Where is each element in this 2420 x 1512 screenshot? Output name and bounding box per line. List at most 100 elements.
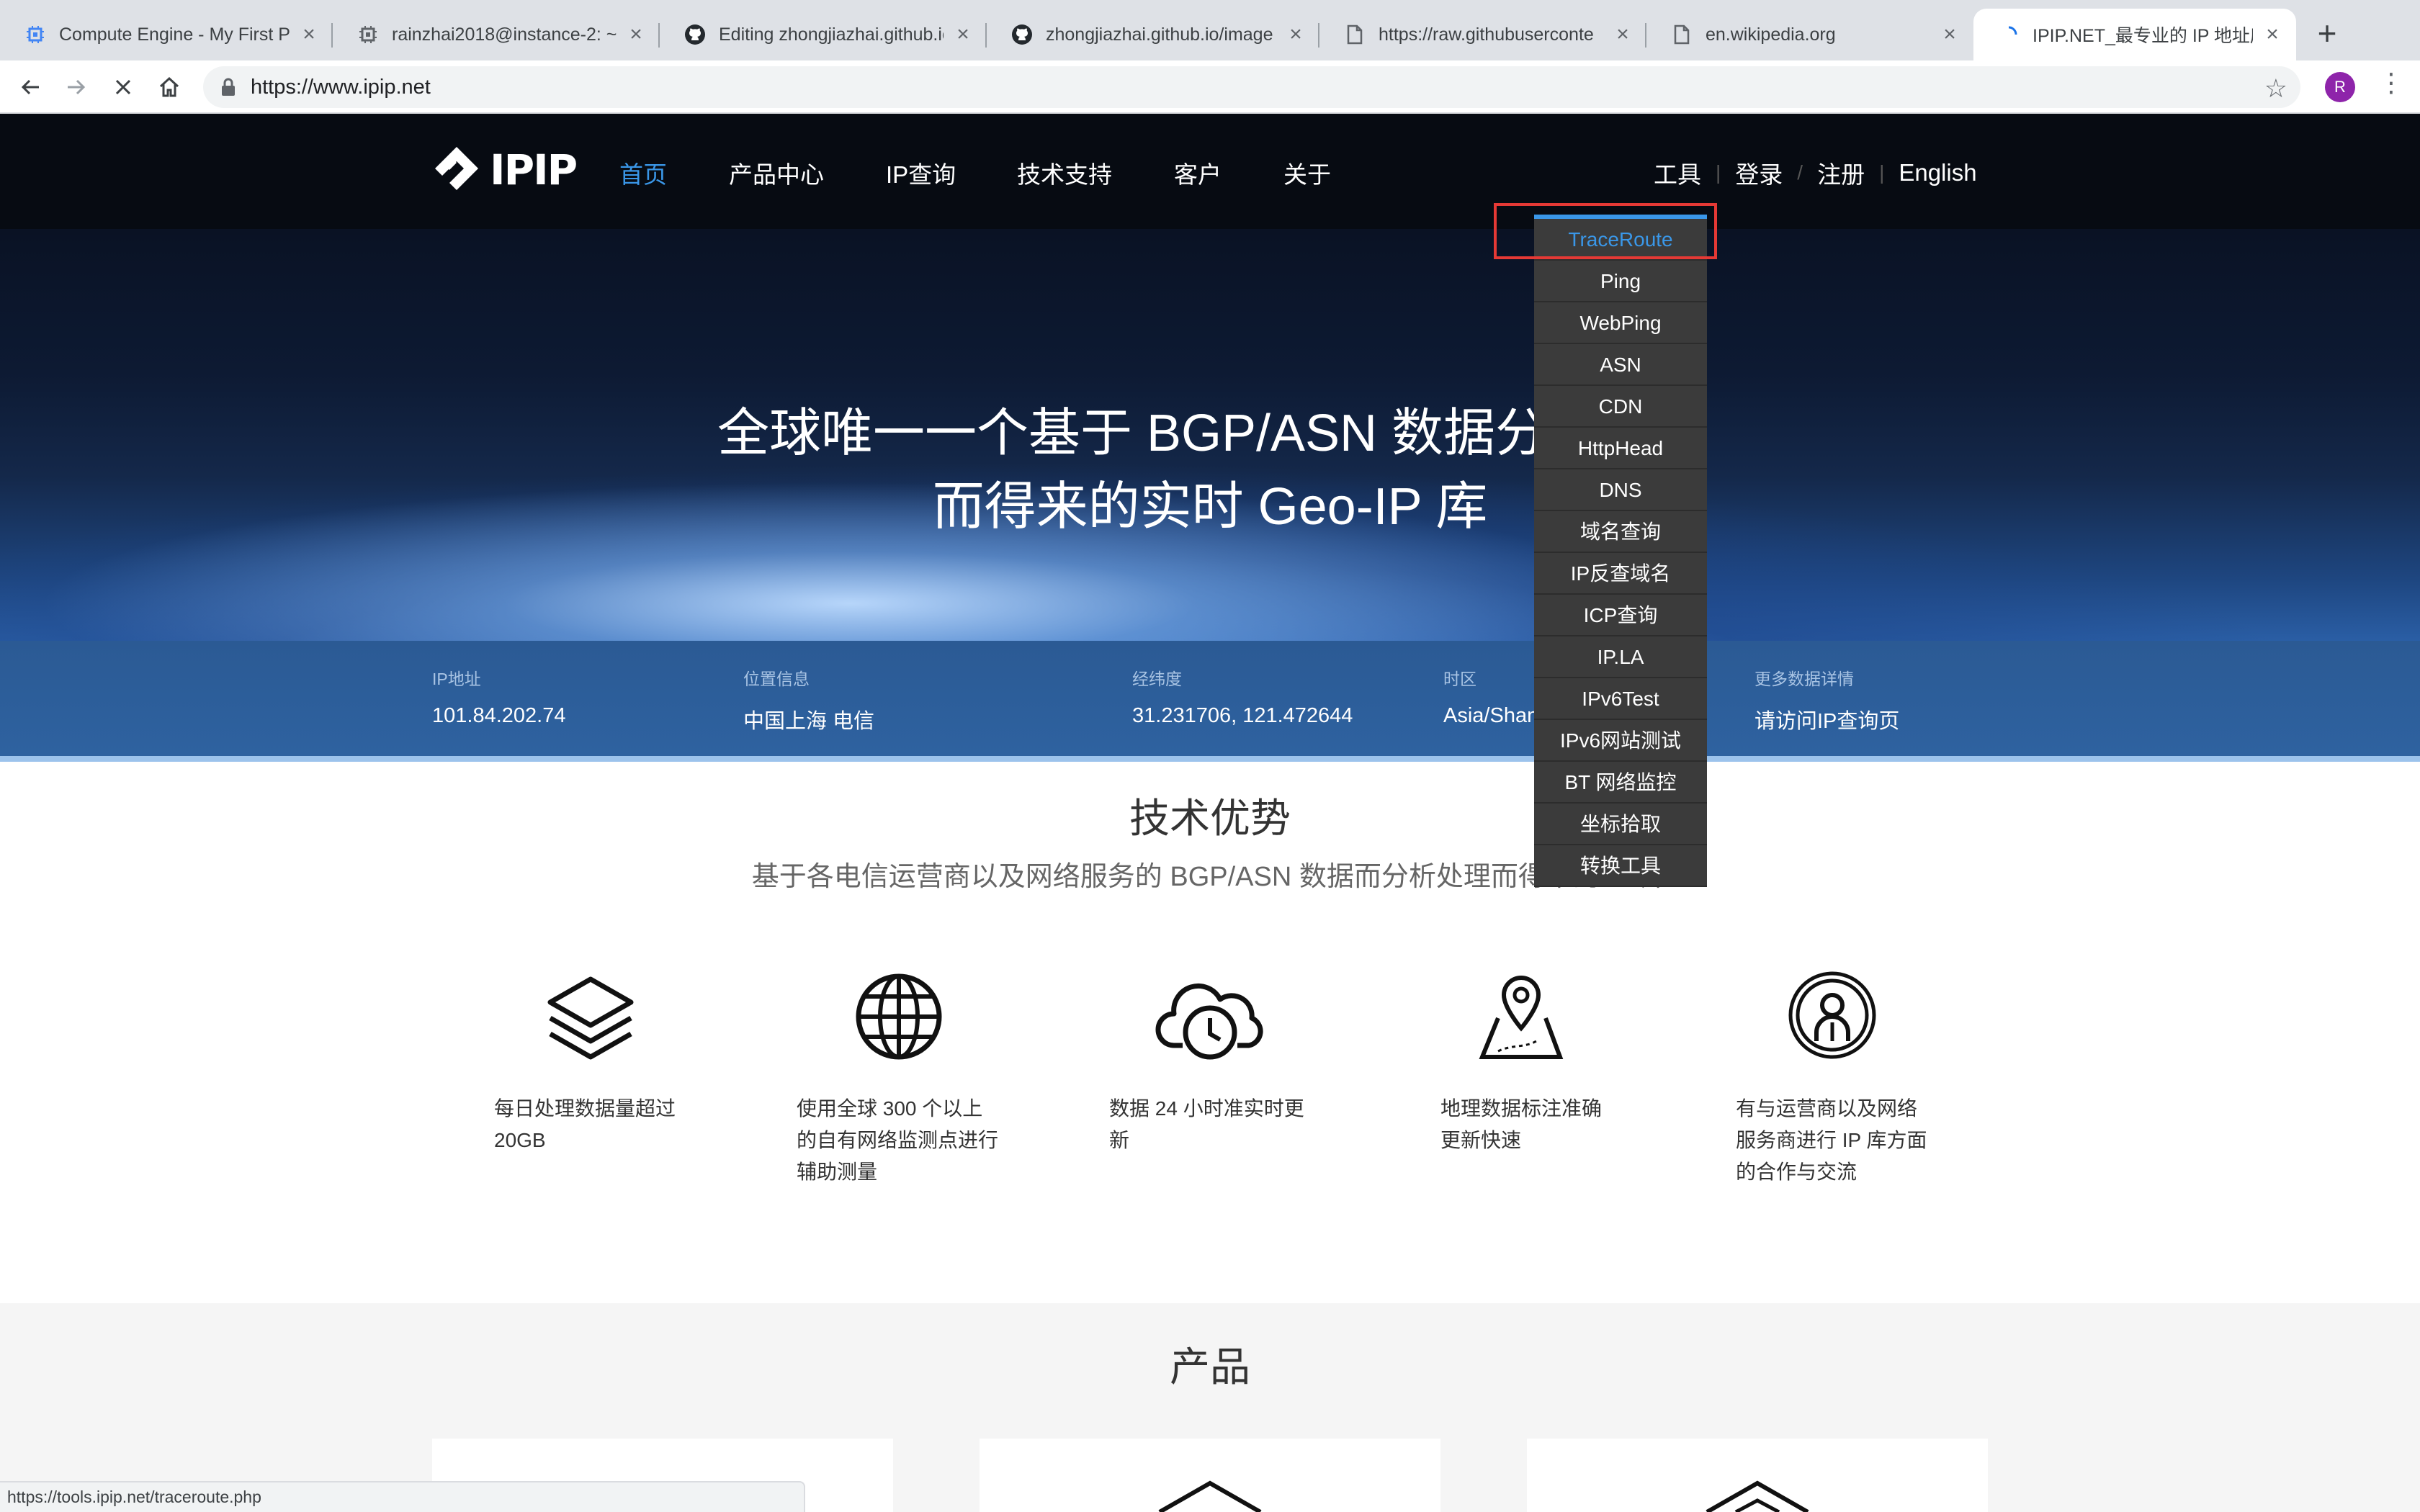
- arrow-right-icon: [68, 79, 86, 95]
- stop-loading-button[interactable]: [105, 69, 141, 105]
- feature-item: 每日处理数据量超过 20GB: [494, 971, 676, 1151]
- tools-dropdown-menu: TraceRoute Ping WebPing ASN CDN HttpHead…: [1534, 215, 1707, 887]
- nav-login[interactable]: 登录: [1735, 156, 1783, 190]
- more-menu-icon[interactable]: ⋮: [2377, 68, 2406, 98]
- browser-tab[interactable]: Compute Engine - My First P ×: [0, 9, 333, 60]
- nav-customers[interactable]: 客户: [1174, 156, 1222, 190]
- bookmark-star-icon[interactable]: ☆: [2264, 73, 2287, 104]
- browser-tab[interactable]: zhongjiazhai.github.io/image ×: [987, 9, 1319, 60]
- info-more[interactable]: 更多数据详情 请访问IP查询页: [1754, 665, 1899, 734]
- info-location: 位置信息 中国上海 电信: [743, 670, 875, 733]
- menu-item-bt-monitor[interactable]: BT 网络监控: [1534, 762, 1707, 804]
- menu-item-reverse-ip[interactable]: IP反查域名: [1534, 553, 1707, 595]
- github-icon: [1011, 24, 1033, 45]
- menu-item-coordinate-picker[interactable]: 坐标拾取: [1534, 804, 1707, 845]
- annotation-highlight-box: [1494, 203, 1717, 259]
- products-title: 产品: [1170, 1344, 1250, 1390]
- info-ip: IP地址 101.84.202.74: [432, 670, 566, 727]
- back-button[interactable]: [13, 69, 49, 105]
- nav-about[interactable]: 关于: [1283, 156, 1331, 190]
- document-icon: [1671, 24, 1693, 45]
- browser-tab-active[interactable]: IPIP.NET_最专业的 IP 地址库 ×: [1973, 9, 2296, 60]
- address-bar[interactable]: https://www.ipip.net ☆: [203, 66, 2300, 108]
- map-pin-icon: [1476, 971, 1566, 1071]
- cloud-clock-icon: [1152, 971, 1268, 1071]
- user-circle-icon: [1788, 971, 1877, 1071]
- close-tab-icon[interactable]: ×: [298, 22, 320, 47]
- document-icon: [1344, 24, 1366, 45]
- nav-tech-support[interactable]: 技术支持: [1017, 156, 1112, 190]
- hero-title-line1: 全球唯一一个基于 BGP/ASN 数据分析处理: [717, 405, 1703, 462]
- status-bar-url: https://tools.ipip.net/traceroute.php: [0, 1481, 805, 1512]
- close-tab-icon[interactable]: ×: [1285, 22, 1307, 47]
- browser-tab[interactable]: rainzhai2018@instance-2: ~ ×: [333, 9, 660, 60]
- menu-item-icp-lookup[interactable]: ICP查询: [1534, 595, 1707, 636]
- close-tab-icon[interactable]: ×: [1612, 22, 1634, 47]
- menu-item-asn[interactable]: ASN: [1534, 344, 1707, 386]
- menu-item-webping[interactable]: WebPing: [1534, 302, 1707, 344]
- browser-toolbar: https://www.ipip.net ☆ R ⋮: [0, 60, 2420, 114]
- nav-tools[interactable]: 工具: [1654, 156, 1701, 190]
- profile-avatar[interactable]: R: [2325, 72, 2355, 102]
- compute-engine-icon: [24, 24, 46, 45]
- menu-item-ping[interactable]: Ping: [1534, 261, 1707, 302]
- info-coordinates: 经纬度 31.231706, 121.472644: [1132, 670, 1353, 727]
- site-header: IPIP 首页 产品中心 IP查询 技术支持 客户 关于 工具 | 登录 / 注…: [0, 114, 2420, 229]
- layers-icon: [540, 971, 641, 1071]
- menu-item-ipv6-site-test[interactable]: IPv6网站测试: [1534, 720, 1707, 762]
- menu-item-dns[interactable]: DNS: [1534, 469, 1707, 511]
- ipip-logo-icon: [435, 147, 478, 190]
- nav-home[interactable]: 首页: [619, 156, 667, 190]
- ip-info-bar: IP地址 101.84.202.74 位置信息 中国上海 电信 经纬度 31.2…: [0, 641, 2420, 762]
- nav-english[interactable]: English: [1899, 159, 1976, 186]
- product-card[interactable]: [980, 1439, 1440, 1512]
- product-icon: [1158, 1480, 1262, 1512]
- tab-title: Editing zhongjiazhai.github.io: [719, 24, 944, 45]
- hero-title-line2: 而得来的实时 Geo-IP 库: [932, 478, 1488, 536]
- close-tab-icon[interactable]: ×: [625, 22, 647, 47]
- close-tab-icon[interactable]: ×: [1939, 22, 1960, 47]
- feature-item: 使用全球 300 个以上 的自有网络监测点进行 辅助测量: [797, 971, 998, 1183]
- tab-title: zhongjiazhai.github.io/image: [1046, 24, 1273, 45]
- nav-ip-lookup[interactable]: IP查询: [886, 156, 956, 190]
- menu-item-ipv6test[interactable]: IPv6Test: [1534, 678, 1707, 720]
- browser-tab[interactable]: https://raw.githubuserconte ×: [1319, 9, 1646, 60]
- browser-tab[interactable]: Editing zhongjiazhai.github.io ×: [660, 9, 987, 60]
- product-icon: [1706, 1480, 1809, 1512]
- menu-item-httphead[interactable]: HttpHead: [1534, 428, 1707, 469]
- menu-item-converter[interactable]: 转换工具: [1534, 845, 1707, 887]
- menu-item-domain-lookup[interactable]: 域名查询: [1534, 511, 1707, 553]
- product-card[interactable]: [1527, 1439, 1988, 1512]
- arrow-left-icon: [21, 79, 39, 95]
- loading-icon: [1998, 24, 2020, 45]
- close-icon: [115, 79, 131, 95]
- tab-title: Compute Engine - My First P: [59, 24, 290, 45]
- github-icon: [684, 24, 706, 45]
- menu-item-ip-la[interactable]: IP.LA: [1534, 636, 1707, 678]
- logo-text: IPIP: [490, 145, 578, 194]
- site-logo[interactable]: IPIP: [431, 144, 578, 196]
- feature-item: 数据 24 小时准实时更 新: [1109, 971, 1304, 1151]
- home-button[interactable]: [151, 69, 187, 105]
- globe-icon: [848, 971, 949, 1071]
- url-text: https://www.ipip.net: [251, 76, 431, 99]
- forward-button[interactable]: [58, 69, 94, 105]
- browser-tab[interactable]: en.wikipedia.org ×: [1646, 9, 1973, 60]
- tab-title: en.wikipedia.org: [1706, 24, 1836, 45]
- right-nav: 工具 | 登录 / 注册 | English: [1654, 156, 1977, 190]
- feature-item: 地理数据标注准确 更新快速: [1440, 971, 1602, 1151]
- feature-item: 有与运营商以及网络 服务商进行 IP 库方面 的合作与交流: [1736, 971, 1927, 1183]
- new-tab-button[interactable]: +: [2309, 16, 2345, 52]
- nav-register[interactable]: 注册: [1817, 156, 1865, 190]
- nav-products[interactable]: 产品中心: [729, 156, 824, 190]
- section-title: 技术优势: [1129, 796, 1291, 841]
- browser-tabstrip: Compute Engine - My First P × rainzhai20…: [0, 0, 2420, 60]
- tab-title: IPIP.NET_最专业的 IP 地址库: [2033, 26, 2253, 46]
- close-tab-icon[interactable]: ×: [2262, 22, 2283, 47]
- hero-banner: 全球唯一一个基于 BGP/ASN 数据分析处理 而得来的实时 Geo-IP 库: [0, 229, 2420, 641]
- tab-title: https://raw.githubuserconte: [1379, 24, 1594, 45]
- menu-item-cdn[interactable]: CDN: [1534, 386, 1707, 428]
- terminal-chip-icon: [357, 24, 379, 45]
- tab-title: rainzhai2018@instance-2: ~: [392, 24, 617, 45]
- close-tab-icon[interactable]: ×: [952, 22, 974, 47]
